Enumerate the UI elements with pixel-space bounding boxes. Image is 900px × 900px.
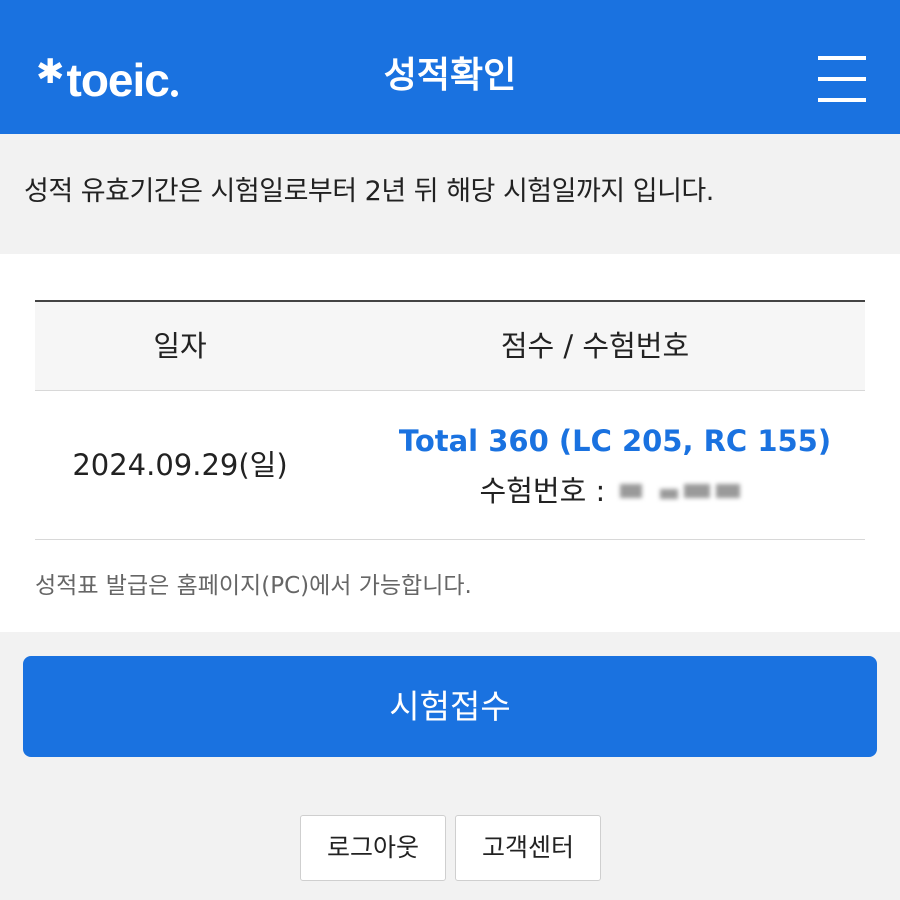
score-total: Total 360 (LC 205, RC 155) bbox=[398, 424, 832, 458]
app-header: ✱ toeic 성적확인 bbox=[0, 0, 900, 134]
logout-button[interactable]: 로그아웃 bbox=[300, 815, 446, 881]
validity-notice: 성적 유효기간은 시험일로부터 2년 뒤 해당 시험일까지 입니다. bbox=[0, 134, 900, 254]
menu-line bbox=[818, 98, 866, 102]
toeic-logo[interactable]: ✱ toeic bbox=[36, 50, 178, 110]
hamburger-menu-icon[interactable] bbox=[812, 52, 872, 106]
page-title: 성적확인 bbox=[383, 55, 517, 96]
menu-line bbox=[818, 77, 866, 81]
validity-notice-text: 성적 유효기간은 시험일로부터 2년 뒤 해당 시험일까지 입니다. bbox=[24, 176, 714, 207]
report-issue-note: 성적표 발급은 홈페이지(PC)에서 가능합니다. bbox=[35, 573, 472, 599]
logo-dot bbox=[170, 89, 178, 97]
exam-registration-button[interactable]: 시험접수 bbox=[23, 656, 877, 757]
asterisk-icon: ✱ bbox=[36, 52, 65, 92]
score-card: 일자 점수 / 수험번호 2024.09.29(일) Total 360 (LC… bbox=[0, 254, 900, 632]
table-row: 2024.09.29(일) Total 360 (LC 205, RC 155)… bbox=[35, 391, 865, 540]
menu-line bbox=[818, 56, 866, 60]
customer-center-button[interactable]: 고객센터 bbox=[455, 815, 601, 881]
logo-text: toeic bbox=[66, 54, 170, 106]
exam-number: 수험번호 : bbox=[325, 467, 900, 513]
column-header-date: 일자 bbox=[153, 329, 207, 363]
score-table: 일자 점수 / 수험번호 2024.09.29(일) Total 360 (LC… bbox=[35, 300, 865, 540]
column-header-score: 점수 / 수험번호 bbox=[500, 329, 690, 363]
exam-number-label: 수험번호 : bbox=[479, 474, 606, 508]
score-cell: Total 360 (LC 205, RC 155) 수험번호 : bbox=[325, 419, 900, 513]
table-header: 일자 점수 / 수험번호 bbox=[35, 300, 865, 391]
masked-exam-number bbox=[620, 481, 750, 501]
exam-date: 2024.09.29(일) bbox=[72, 448, 288, 482]
